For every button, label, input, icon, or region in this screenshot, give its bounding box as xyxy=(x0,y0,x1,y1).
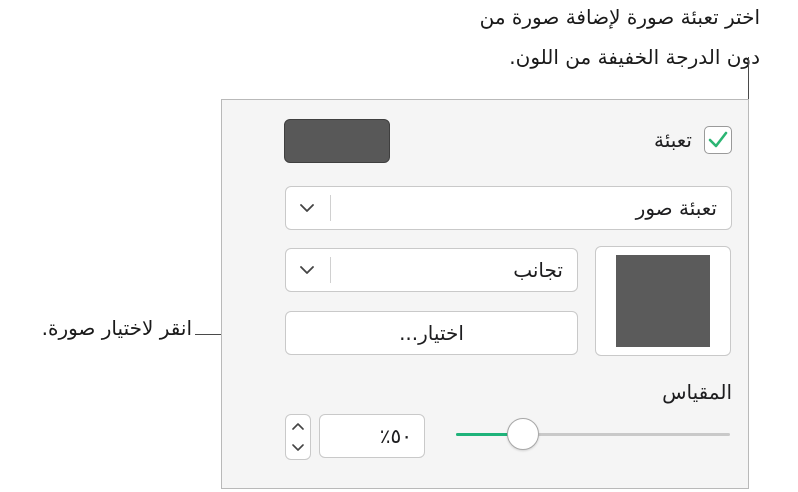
image-preview xyxy=(616,255,710,347)
popup-separator xyxy=(330,257,331,283)
chevron-up-icon xyxy=(292,423,304,430)
tile-mode-popup[interactable]: تجانب xyxy=(285,248,578,292)
callout-fill-image-line1: اختر تعبئة صورة لإضافة صورة من xyxy=(479,5,760,29)
stepper-increment[interactable] xyxy=(286,415,310,437)
stepper-decrement[interactable] xyxy=(286,437,310,459)
scale-stepper[interactable] xyxy=(285,414,311,460)
scale-label: المقياس xyxy=(662,380,732,404)
popup-separator xyxy=(330,195,331,221)
scale-percent-field[interactable]: ٪٥٠ xyxy=(319,414,425,458)
chevron-down-icon xyxy=(300,204,314,212)
choose-image-button[interactable]: اختيار... xyxy=(285,311,578,355)
chevron-down-icon xyxy=(292,444,304,451)
scale-slider-track[interactable] xyxy=(456,433,730,436)
fill-checkbox[interactable] xyxy=(704,126,732,154)
fill-type-popup[interactable]: تعبئة صور xyxy=(285,186,732,230)
callout-fill-image-line2: دون الدرجة الخفيفة من اللون. xyxy=(509,45,760,69)
tile-mode-value: تجانب xyxy=(513,258,563,282)
fill-color-swatch[interactable] xyxy=(284,119,390,163)
chevron-down-icon xyxy=(300,266,314,274)
image-preview-well[interactable] xyxy=(595,246,731,356)
checkmark-icon xyxy=(708,131,728,148)
fill-type-value: تعبئة صور xyxy=(635,196,717,220)
fill-label: تعبئة xyxy=(653,128,692,152)
scale-slider-knob[interactable] xyxy=(507,418,539,450)
callout-choose-image: انقر لاختيار صورة. xyxy=(41,316,192,340)
